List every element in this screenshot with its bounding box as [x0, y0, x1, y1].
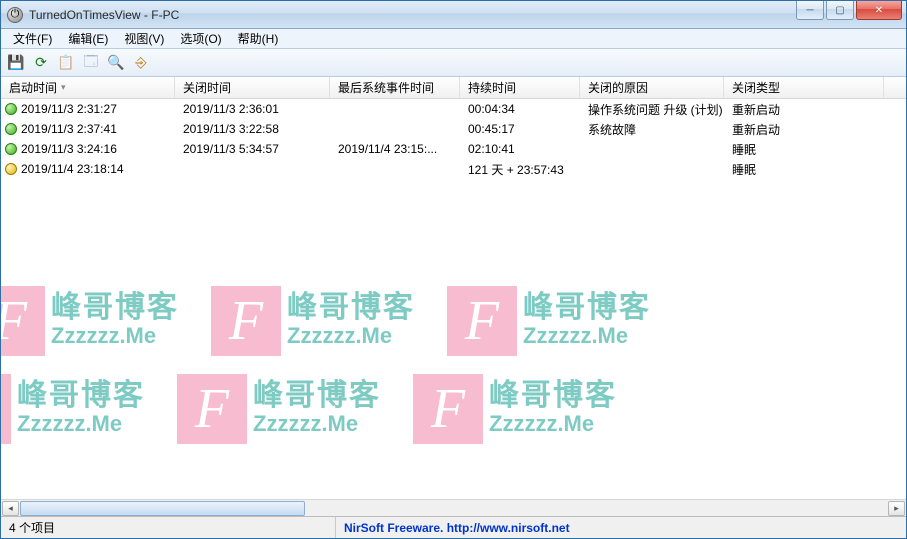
horizontal-scrollbar[interactable]: ◂ ▸	[1, 499, 906, 516]
header-last-event-time[interactable]: 最后系统事件时间	[330, 77, 460, 98]
refresh-icon[interactable]: ⟳	[30, 52, 52, 74]
watermark: F峰哥博客Zzzzzz.Me F峰哥博客Zzzzzz.Me F峰哥博客Zzzzz…	[1, 277, 906, 477]
cell-duration: 00:45:17	[460, 122, 580, 136]
cell-duration: 00:04:34	[460, 102, 580, 116]
menu-file[interactable]: 文件(F)	[5, 28, 60, 49]
list-area: 启动时间▾ 关闭时间 最后系统事件时间 持续时间 关闭的原因 关闭类型 2019…	[1, 77, 906, 516]
cell-type: 重新启动	[724, 101, 884, 118]
cell-shutdown-time: 2019/11/3 3:22:58	[175, 122, 330, 136]
cell-type: 睡眠	[724, 161, 884, 178]
table-row[interactable]: 2019/11/3 2:31:27 2019/11/3 2:36:01 00:04:…	[1, 99, 906, 119]
maximize-button[interactable]: ▢	[826, 1, 854, 20]
column-headers: 启动时间▾ 关闭时间 最后系统事件时间 持续时间 关闭的原因 关闭类型	[1, 77, 906, 99]
cell-last-event: 2019/11/4 23:15:...	[330, 142, 460, 156]
header-shutdown-time[interactable]: 关闭时间	[175, 77, 330, 98]
toolbar: 💾 ⟳ 📋 🗔 🔍 ⎆	[1, 49, 906, 77]
properties-icon[interactable]: 🗔	[80, 52, 102, 74]
find-icon[interactable]: 🔍	[105, 52, 127, 74]
table-row[interactable]: 2019/11/3 3:24:16 2019/11/3 5:34:572019/1…	[1, 139, 906, 159]
table-row[interactable]: 2019/11/4 23:18:14 121 天 + 23:57:43 睡眠	[1, 159, 906, 179]
sort-indicator-icon: ▾	[61, 82, 66, 93]
status-link[interactable]: NirSoft Freeware. http://www.nirsoft.net	[336, 517, 906, 538]
app-window: ⏻ TurnedOnTimesView - F-PC ─ ▢ ✕ 文件(F) 编…	[0, 0, 907, 539]
cell-start-time: 2019/11/3 2:31:27	[21, 102, 117, 116]
scroll-left-icon[interactable]: ◂	[2, 501, 19, 516]
options-icon[interactable]: ⎆	[130, 52, 152, 74]
save-icon[interactable]: 💾	[5, 52, 27, 74]
status-bullet-icon	[5, 123, 17, 135]
cell-reason: 系统故障	[580, 121, 724, 138]
menubar: 文件(F) 编辑(E) 视图(V) 选项(O) 帮助(H)	[1, 29, 906, 49]
cell-duration: 121 天 + 23:57:43	[460, 161, 580, 178]
menu-edit[interactable]: 编辑(E)	[60, 28, 116, 49]
statusbar: 4 个项目 NirSoft Freeware. http://www.nirso…	[1, 516, 906, 538]
app-icon: ⏻	[7, 7, 23, 23]
window-controls: ─ ▢ ✕	[794, 1, 906, 20]
cell-reason: 操作系统问题 升级 (计划)	[580, 101, 724, 118]
status-bullet-icon	[5, 163, 17, 175]
status-item-count: 4 个项目	[1, 517, 336, 538]
cell-duration: 02:10:41	[460, 142, 580, 156]
cell-start-time: 2019/11/3 3:24:16	[21, 142, 117, 156]
scroll-track[interactable]	[20, 501, 887, 516]
cell-type: 重新启动	[724, 121, 884, 138]
cell-start-time: 2019/11/4 23:18:14	[21, 162, 124, 176]
minimize-button[interactable]: ─	[796, 1, 824, 20]
scroll-right-icon[interactable]: ▸	[888, 501, 905, 516]
close-button[interactable]: ✕	[856, 1, 902, 20]
menu-view[interactable]: 视图(V)	[116, 28, 172, 49]
header-shutdown-type[interactable]: 关闭类型	[724, 77, 884, 98]
cell-start-time: 2019/11/3 2:37:41	[21, 122, 117, 136]
table-row[interactable]: 2019/11/3 2:37:41 2019/11/3 3:22:58 00:45:…	[1, 119, 906, 139]
cell-shutdown-time: 2019/11/3 2:36:01	[175, 102, 330, 116]
status-bullet-icon	[5, 143, 17, 155]
titlebar[interactable]: ⏻ TurnedOnTimesView - F-PC ─ ▢ ✕	[1, 1, 906, 29]
header-start-time[interactable]: 启动时间▾	[1, 77, 175, 98]
copy-icon[interactable]: 📋	[55, 52, 77, 74]
window-title: TurnedOnTimesView - F-PC	[29, 8, 179, 22]
menu-options[interactable]: 选项(O)	[172, 28, 229, 49]
cell-shutdown-time: 2019/11/3 5:34:57	[175, 142, 330, 156]
rows-area[interactable]: 2019/11/3 2:31:27 2019/11/3 2:36:01 00:04:…	[1, 99, 906, 499]
status-bullet-icon	[5, 103, 17, 115]
scroll-thumb[interactable]	[20, 501, 305, 516]
menu-help[interactable]: 帮助(H)	[230, 28, 287, 49]
cell-type: 睡眠	[724, 141, 884, 158]
header-duration[interactable]: 持续时间	[460, 77, 580, 98]
header-shutdown-reason[interactable]: 关闭的原因	[580, 77, 724, 98]
